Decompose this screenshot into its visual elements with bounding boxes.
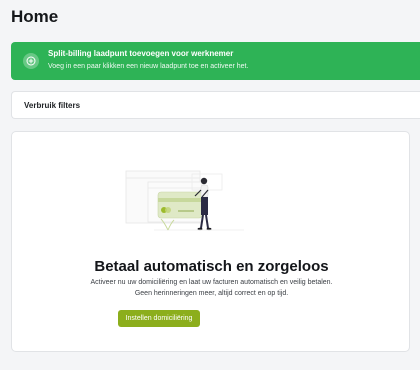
usage-filters-panel[interactable]: Verbruik filters bbox=[11, 91, 420, 119]
page-title: Home bbox=[11, 7, 59, 26]
banner-title: Split-billing laadpunt toevoegen voor we… bbox=[48, 49, 234, 58]
home-page: Home Split-billing laadpunt toevoegen vo… bbox=[0, 0, 420, 370]
banner-description: Voeg in een paar klikken een nieuw laadp… bbox=[48, 63, 249, 70]
direct-debit-card: Betaal automatisch en zorgeloos Activeer… bbox=[11, 131, 410, 352]
usage-filters-label: Verbruik filters bbox=[24, 101, 81, 110]
setup-direct-debit-button[interactable]: Instellen domiciliëring bbox=[118, 310, 200, 327]
plus-circle-icon bbox=[23, 53, 39, 69]
split-billing-banner[interactable]: Split-billing laadpunt toevoegen voor we… bbox=[11, 42, 420, 80]
card-heading: Betaal automatisch en zorgeloos bbox=[94, 258, 329, 275]
card-description-line2: Geen herinneringen meer, altijd correct … bbox=[134, 290, 289, 297]
person-holding-credit-card-illustration bbox=[125, 170, 244, 231]
card-description-line1: Activeer nu uw domiciliëring en laat uw … bbox=[90, 279, 333, 286]
